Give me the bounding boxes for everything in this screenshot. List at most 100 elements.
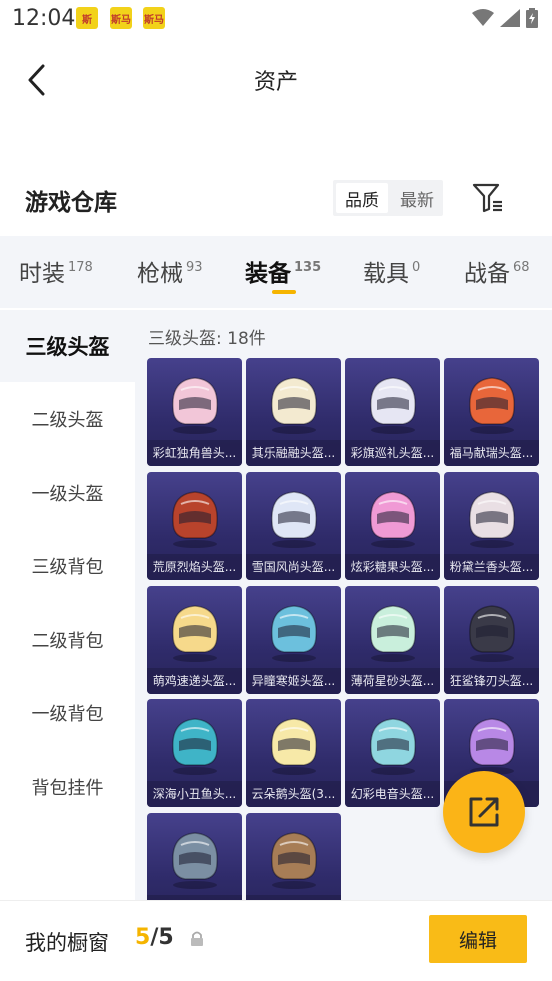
- item-name: 其乐融融头盔...: [246, 440, 341, 466]
- helmet-icon: [370, 718, 416, 775]
- helmet-icon: [271, 605, 317, 662]
- item-card[interactable]: 雪国风尚头盔...: [246, 472, 341, 580]
- tab-label: 装备: [245, 261, 291, 287]
- sidebar: 三级头盔 二级头盔 一级头盔 三级背包 二级背包 一级背包 背包挂件: [0, 310, 135, 900]
- category-tabs: 时装 178 枪械 93 装备 135 载具 0 战备 68: [0, 236, 552, 308]
- item-name: 炫彩糖果头盔...: [345, 554, 440, 580]
- item-name: 彩虹独角兽头...: [147, 440, 242, 466]
- tab-count: 93: [186, 260, 203, 275]
- showcase-label: 我的橱窗: [25, 931, 109, 955]
- tab-fashion[interactable]: 时装 178: [19, 254, 93, 288]
- status-time: 12:04: [12, 6, 76, 31]
- item-name: 云朵鹅头盔(3...: [246, 781, 341, 807]
- helmet-icon: [370, 605, 416, 662]
- item-card[interactable]: 其乐融融头盔...: [246, 358, 341, 466]
- tab-count: 68: [513, 260, 530, 275]
- helmet-icon: [469, 605, 515, 662]
- helmet-icon: [172, 491, 218, 548]
- item-card[interactable]: 福马献瑞头盔...: [444, 358, 539, 466]
- item-name: 幻彩电音头盔...: [345, 781, 440, 807]
- item-card[interactable]: 云朵鹅头盔(3...: [246, 699, 341, 807]
- lock-icon: [191, 931, 203, 946]
- item-card[interactable]: 幻彩电音头盔...: [345, 699, 440, 807]
- item-card[interactable]: 炫彩糖果头盔...: [345, 472, 440, 580]
- helmet-icon: [271, 491, 317, 548]
- tab-supplies[interactable]: 战备 68: [464, 254, 530, 288]
- sima-badge-icon: 斯马: [110, 7, 132, 29]
- status-indicators: [472, 8, 538, 28]
- sort-toggle: 品质 最新: [333, 180, 443, 216]
- sidebar-item-level1-backpack[interactable]: 一级背包: [0, 677, 135, 749]
- filter-button[interactable]: [470, 180, 506, 216]
- item-card[interactable]: 深海小丑鱼头...: [147, 699, 242, 807]
- sidebar-item-level2-helmet[interactable]: 二级头盔: [0, 383, 135, 455]
- helmet-icon: [172, 718, 218, 775]
- item-name: 荒原烈焰头盔...: [147, 554, 242, 580]
- showcase-current: 5: [135, 925, 151, 950]
- sidebar-item-level3-backpack[interactable]: 三级背包: [0, 530, 135, 602]
- active-tab-indicator: [272, 290, 296, 294]
- helmet-icon: [172, 832, 218, 889]
- item-name: 萌鸡速递头盔...: [147, 668, 242, 694]
- edit-button[interactable]: 编辑: [429, 915, 527, 963]
- helmet-icon: [469, 718, 515, 775]
- tab-count: 0: [412, 260, 421, 275]
- item-name: 雪国风尚头盔...: [246, 554, 341, 580]
- helmet-icon: [370, 377, 416, 434]
- helmet-icon: [271, 377, 317, 434]
- status-bar: 12:04 斯 斯马 斯马: [0, 0, 552, 38]
- helmet-icon: [469, 377, 515, 434]
- item-name: 深海小丑鱼头...: [147, 781, 242, 807]
- sima-badge-icon: 斯马: [143, 7, 165, 29]
- share-icon: [469, 797, 499, 827]
- tab-vehicles[interactable]: 载具 0: [363, 254, 420, 288]
- item-card[interactable]: 彩虹独角兽头...: [147, 358, 242, 466]
- app-badge-icon: 斯: [76, 7, 98, 29]
- item-name: 彩旗巡礼头盔...: [345, 440, 440, 466]
- tab-count: 178: [68, 260, 93, 275]
- section-title: 游戏仓库: [25, 190, 117, 216]
- item-name: 狂鲨锋刃头盔...: [444, 668, 539, 694]
- helmet-icon: [469, 491, 515, 548]
- item-count-label: 三级头盔: 18件: [148, 329, 266, 349]
- item-name: 薄荷星砂头盔...: [345, 668, 440, 694]
- page-title: 资产: [253, 70, 298, 95]
- sort-option-quality[interactable]: 品质: [336, 183, 388, 213]
- item-card[interactable]: 荒原烈焰头盔...: [147, 472, 242, 580]
- helmet-icon: [370, 491, 416, 548]
- tab-label: 战备: [464, 261, 510, 287]
- item-card[interactable]: 萌鸡速递头盔...: [147, 586, 242, 694]
- item-card[interactable]: 薄荷星砂头盔...: [345, 586, 440, 694]
- battery-icon: [526, 8, 538, 28]
- sidebar-item-level3-helmet[interactable]: 三级头盔: [0, 310, 135, 382]
- item-name: 福马献瑞头盔...: [444, 440, 539, 466]
- item-card[interactable]: 粉黛兰香头盔...: [444, 472, 539, 580]
- helmet-icon: [271, 718, 317, 775]
- signal-icon: [500, 9, 520, 27]
- tab-label: 时装: [19, 261, 65, 287]
- tab-firearms[interactable]: 枪械 93: [137, 254, 203, 288]
- tab-label: 枪械: [137, 261, 183, 287]
- item-name: 粉黛兰香头盔...: [444, 554, 539, 580]
- filter-icon: [472, 183, 502, 213]
- sidebar-item-level1-helmet[interactable]: 一级头盔: [0, 457, 135, 529]
- tab-equipment[interactable]: 装备 135: [245, 254, 321, 288]
- header: 资产: [0, 50, 552, 110]
- bottom-bar: 我的橱窗 5/5 编辑: [0, 900, 552, 981]
- wifi-icon: [472, 9, 494, 26]
- showcase-count: 5/5: [135, 925, 174, 950]
- tab-label: 载具: [363, 261, 409, 287]
- helmet-icon: [271, 832, 317, 889]
- sort-option-newest[interactable]: 最新: [391, 180, 443, 216]
- item-card[interactable]: 狂鲨锋刃头盔...: [444, 586, 539, 694]
- item-name: 异瞳寒姬头盔...: [246, 668, 341, 694]
- sidebar-item-backpack-charm[interactable]: 背包挂件: [0, 751, 135, 823]
- item-card[interactable]: 异瞳寒姬头盔...: [246, 586, 341, 694]
- share-button[interactable]: [443, 771, 525, 853]
- tab-count: 135: [294, 260, 322, 275]
- helmet-icon: [172, 377, 218, 434]
- sidebar-item-level2-backpack[interactable]: 二级背包: [0, 604, 135, 676]
- showcase-total: 5: [158, 925, 174, 950]
- item-card[interactable]: 彩旗巡礼头盔...: [345, 358, 440, 466]
- helmet-icon: [172, 605, 218, 662]
